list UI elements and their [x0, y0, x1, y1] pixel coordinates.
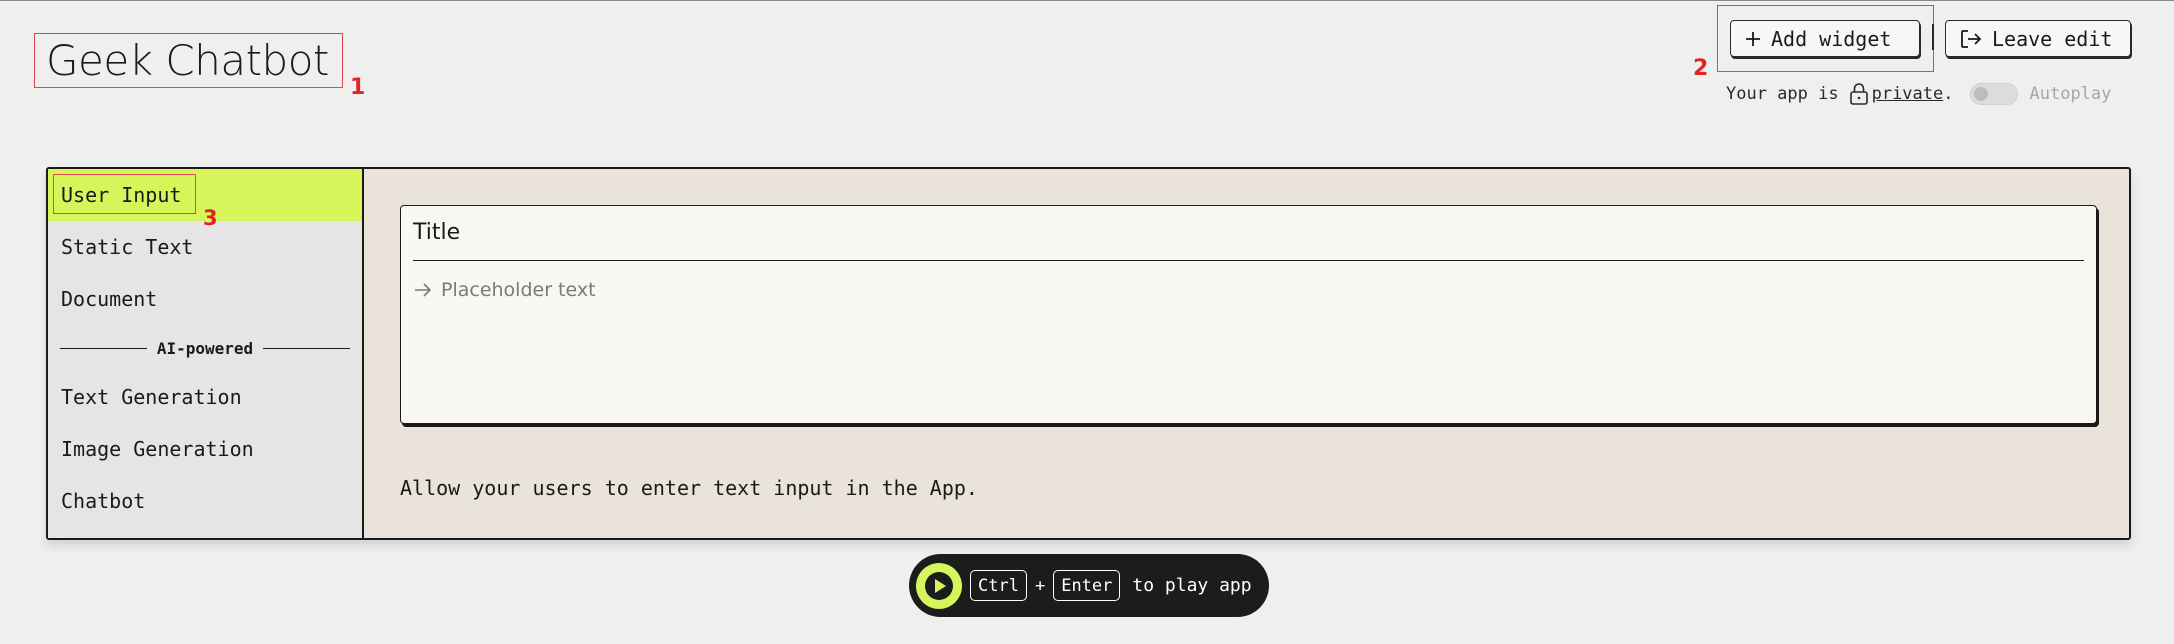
autoplay-toggle[interactable]	[1969, 83, 2018, 105]
privacy-suffix: .	[1943, 84, 1954, 104]
sidebar-item-label: Static Text	[61, 235, 194, 259]
sidebar-item-user-input[interactable]: User Input 3	[48, 169, 362, 229]
key-plus: +	[1034, 575, 1046, 596]
sidebar-item-document[interactable]: Document	[48, 273, 362, 325]
play-button[interactable]	[916, 562, 962, 609]
autoplay-toggle-knob	[1973, 87, 1988, 101]
exit-icon	[1961, 29, 1982, 48]
ai-powered-label: AI-powered	[156, 338, 254, 358]
add-widget-button[interactable]: Add widget	[1730, 20, 1920, 57]
widget-description: Allow your users to enter text input in …	[400, 476, 978, 500]
autoplay-label: Autoplay	[2029, 84, 2112, 104]
user-input-preview-card: Title Placeholder text	[400, 205, 2097, 424]
ai-powered-divider: AI-powered	[48, 325, 362, 371]
lock-icon	[1849, 83, 1868, 105]
divider-line-right	[263, 347, 351, 349]
play-app-bar: Ctrl + Enter to play app	[909, 554, 1269, 617]
plus-icon	[1746, 31, 1760, 46]
privacy-prefix: Your app is	[1726, 84, 1839, 104]
sidebar-item-label: Chatbot	[61, 489, 146, 513]
sidebar-item-chatbot[interactable]: Chatbot	[48, 475, 362, 527]
preview-title: Title	[413, 220, 2084, 261]
sidebar-item-label: Text Generation	[61, 385, 242, 409]
widget-picker-panel: User Input 3 Static Text Document AI-pow…	[46, 167, 2131, 540]
sidebar-item-label: Image Generation	[61, 437, 254, 461]
leave-edit-button[interactable]: Leave edit	[1945, 20, 2131, 57]
sidebar-item-image-generation[interactable]: Image Generation	[48, 423, 362, 475]
play-app-text: to play app	[1132, 575, 1252, 596]
widget-preview-area: Title Placeholder text Allow your users …	[364, 169, 2131, 538]
preview-input-field: Placeholder text	[413, 279, 2084, 301]
app-title[interactable]: Geek Chatbot	[34, 33, 343, 88]
privacy-status: Your app is private . Autoplay	[1726, 81, 2132, 107]
sidebar-item-label: Document	[61, 287, 158, 311]
add-widget-label: Add widget	[1771, 26, 1892, 51]
annotation-marker-2: 2	[1693, 56, 1709, 81]
leave-edit-label: Leave edit	[1992, 26, 2113, 51]
divider-line-left	[60, 347, 147, 349]
sidebar-item-text-generation[interactable]: Text Generation	[48, 371, 362, 423]
privacy-link[interactable]: private	[1872, 84, 1944, 104]
enter-key: Enter	[1053, 570, 1121, 601]
arrow-right-icon	[415, 283, 432, 297]
ctrl-key: Ctrl	[970, 570, 1027, 601]
preview-placeholder: Placeholder text	[441, 279, 596, 301]
sidebar-item-label: User Input	[61, 183, 182, 207]
play-icon	[925, 571, 953, 600]
widget-sidebar: User Input 3 Static Text Document AI-pow…	[48, 169, 364, 538]
annotation-marker-1: 1	[350, 75, 366, 100]
sidebar-item-static-text[interactable]: Static Text	[48, 221, 362, 273]
toolbar-separator	[1932, 24, 1934, 50]
